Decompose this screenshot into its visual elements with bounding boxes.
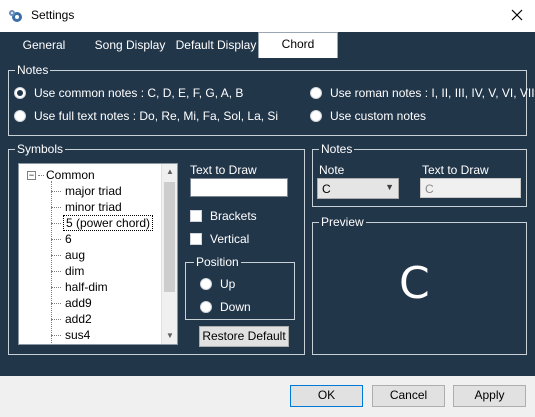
tree-item[interactable]: 6 — [51, 231, 74, 247]
tree-connector — [51, 238, 61, 240]
tree-connector — [51, 334, 61, 336]
tree-item-label: add2 — [65, 312, 92, 326]
full-text-notes-option[interactable]: Use full text notes : Do, Re, Mi, Fa, So… — [14, 109, 278, 123]
brackets-checkbox[interactable] — [190, 210, 202, 222]
tree-connector — [51, 270, 61, 272]
cancel-button[interactable]: Cancel — [372, 385, 445, 407]
tree-connector — [51, 222, 61, 224]
note-select-value: C — [322, 182, 331, 196]
tree-connector — [51, 206, 61, 208]
tree-root-label: Common — [46, 168, 95, 182]
full-text-notes-radio[interactable] — [14, 110, 26, 122]
brackets-label: Brackets — [210, 209, 257, 223]
scroll-thumb[interactable] — [164, 182, 175, 292]
tree-item[interactable]: sus4 — [51, 327, 92, 343]
tree-item[interactable]: dim — [51, 263, 86, 279]
position-legend: Position — [194, 255, 241, 269]
tree-item[interactable]: add2 — [51, 311, 94, 327]
tree-item[interactable]: aug — [51, 247, 87, 263]
common-notes-label: Use common notes : C, D, E, F, G, A, B — [34, 86, 244, 100]
tree-item-label: sus4 — [65, 328, 91, 342]
tree-item[interactable]: add9 — [51, 295, 94, 311]
roman-notes-radio[interactable] — [310, 87, 322, 99]
tree-item-selected[interactable]: 5 (power chord) — [51, 215, 154, 231]
custom-notes-radio[interactable] — [310, 110, 322, 122]
tree-item-label: 6 — [65, 232, 72, 246]
position-up-option[interactable]: Up — [200, 277, 235, 291]
text-to-draw-label: Text to Draw — [190, 163, 257, 177]
tree-connector — [51, 286, 61, 288]
tree-root-common[interactable]: − Common — [27, 167, 95, 183]
notes-options-legend: Notes — [15, 63, 51, 77]
note-label: Note — [319, 163, 345, 177]
tab-default-display[interactable]: Default Display — [174, 34, 258, 58]
position-up-radio[interactable] — [200, 278, 212, 290]
vertical-checkbox[interactable] — [190, 233, 202, 245]
scroll-up-arrow-icon[interactable]: ▲ — [162, 164, 177, 180]
close-icon[interactable] — [509, 7, 525, 23]
vertical-option[interactable]: Vertical — [190, 232, 249, 246]
tree-item-label: 5 (power chord) — [63, 215, 154, 231]
tree-connector — [51, 254, 61, 256]
note-text-to-draw-label: Text to Draw — [422, 163, 489, 177]
gear-icon — [8, 8, 24, 24]
tree-connector — [51, 190, 61, 192]
tab-general[interactable]: General — [14, 34, 74, 58]
position-down-label: Down — [220, 300, 251, 314]
text-to-draw-input[interactable] — [190, 178, 288, 197]
symbols-legend: Symbols — [15, 142, 66, 156]
title-bar: Settings — [0, 0, 535, 32]
position-down-radio[interactable] — [200, 301, 212, 313]
note-select[interactable]: C ▼ — [317, 178, 399, 199]
tree-item[interactable]: half-dim — [51, 279, 110, 295]
position-up-label: Up — [220, 277, 236, 291]
apply-button[interactable]: Apply — [453, 385, 526, 407]
chevron-down-icon: ▼ — [385, 182, 394, 192]
tab-bar: General Song Display Default Display Cho… — [0, 32, 535, 73]
note-text-legend: Notes — [319, 142, 355, 156]
tree-connector — [51, 318, 61, 320]
full-text-notes-label: Use full text notes : Do, Re, Mi, Fa, So… — [34, 109, 279, 123]
ok-button[interactable]: OK — [290, 385, 363, 407]
tree-item-label: add9 — [65, 296, 92, 310]
tab-chord-symbols[interactable]: Chord symbols — [258, 32, 338, 73]
tree-item-label: dim — [65, 264, 85, 278]
tree-item-label: half-dim — [65, 280, 108, 294]
vertical-label: Vertical — [210, 232, 250, 246]
tab-song-display[interactable]: Song Display — [92, 34, 168, 58]
collapse-icon[interactable]: − — [27, 170, 36, 180]
custom-notes-option[interactable]: Use custom notes — [310, 109, 426, 123]
preview-chord-text: C — [399, 258, 430, 309]
brackets-option[interactable]: Brackets — [190, 209, 257, 223]
roman-notes-option[interactable]: Use roman notes : I, II, III, IV, V, VI,… — [310, 86, 535, 100]
chord-tree[interactable]: − Common major triad minor triad 5 (powe… — [18, 163, 178, 345]
common-notes-option[interactable]: Use common notes : C, D, E, F, G, A, B — [14, 86, 243, 100]
tree-item-label: major triad — [65, 184, 122, 198]
tree-scrollbar[interactable]: ▲ ▼ — [161, 164, 177, 344]
tree-item-label: minor triad — [65, 200, 122, 214]
tree-item-label: aug — [65, 248, 86, 262]
tree-connector — [51, 302, 61, 304]
scroll-down-arrow-icon[interactable]: ▼ — [162, 328, 177, 344]
position-down-option[interactable]: Down — [200, 300, 251, 314]
roman-notes-label: Use roman notes : I, II, III, IV, V, VI,… — [330, 86, 535, 100]
tree-connector — [38, 174, 44, 176]
window-title: Settings — [31, 8, 75, 22]
common-notes-radio[interactable] — [14, 87, 26, 99]
restore-default-button[interactable]: Restore Default — [199, 326, 289, 347]
notes-options-group: Notes — [8, 63, 527, 136]
custom-notes-label: Use custom notes — [330, 109, 427, 123]
note-text-to-draw-input[interactable]: C — [420, 178, 521, 198]
tree-item[interactable]: minor triad — [51, 199, 124, 215]
tree-item[interactable]: major triad — [51, 183, 124, 199]
preview-legend: Preview — [319, 215, 366, 229]
